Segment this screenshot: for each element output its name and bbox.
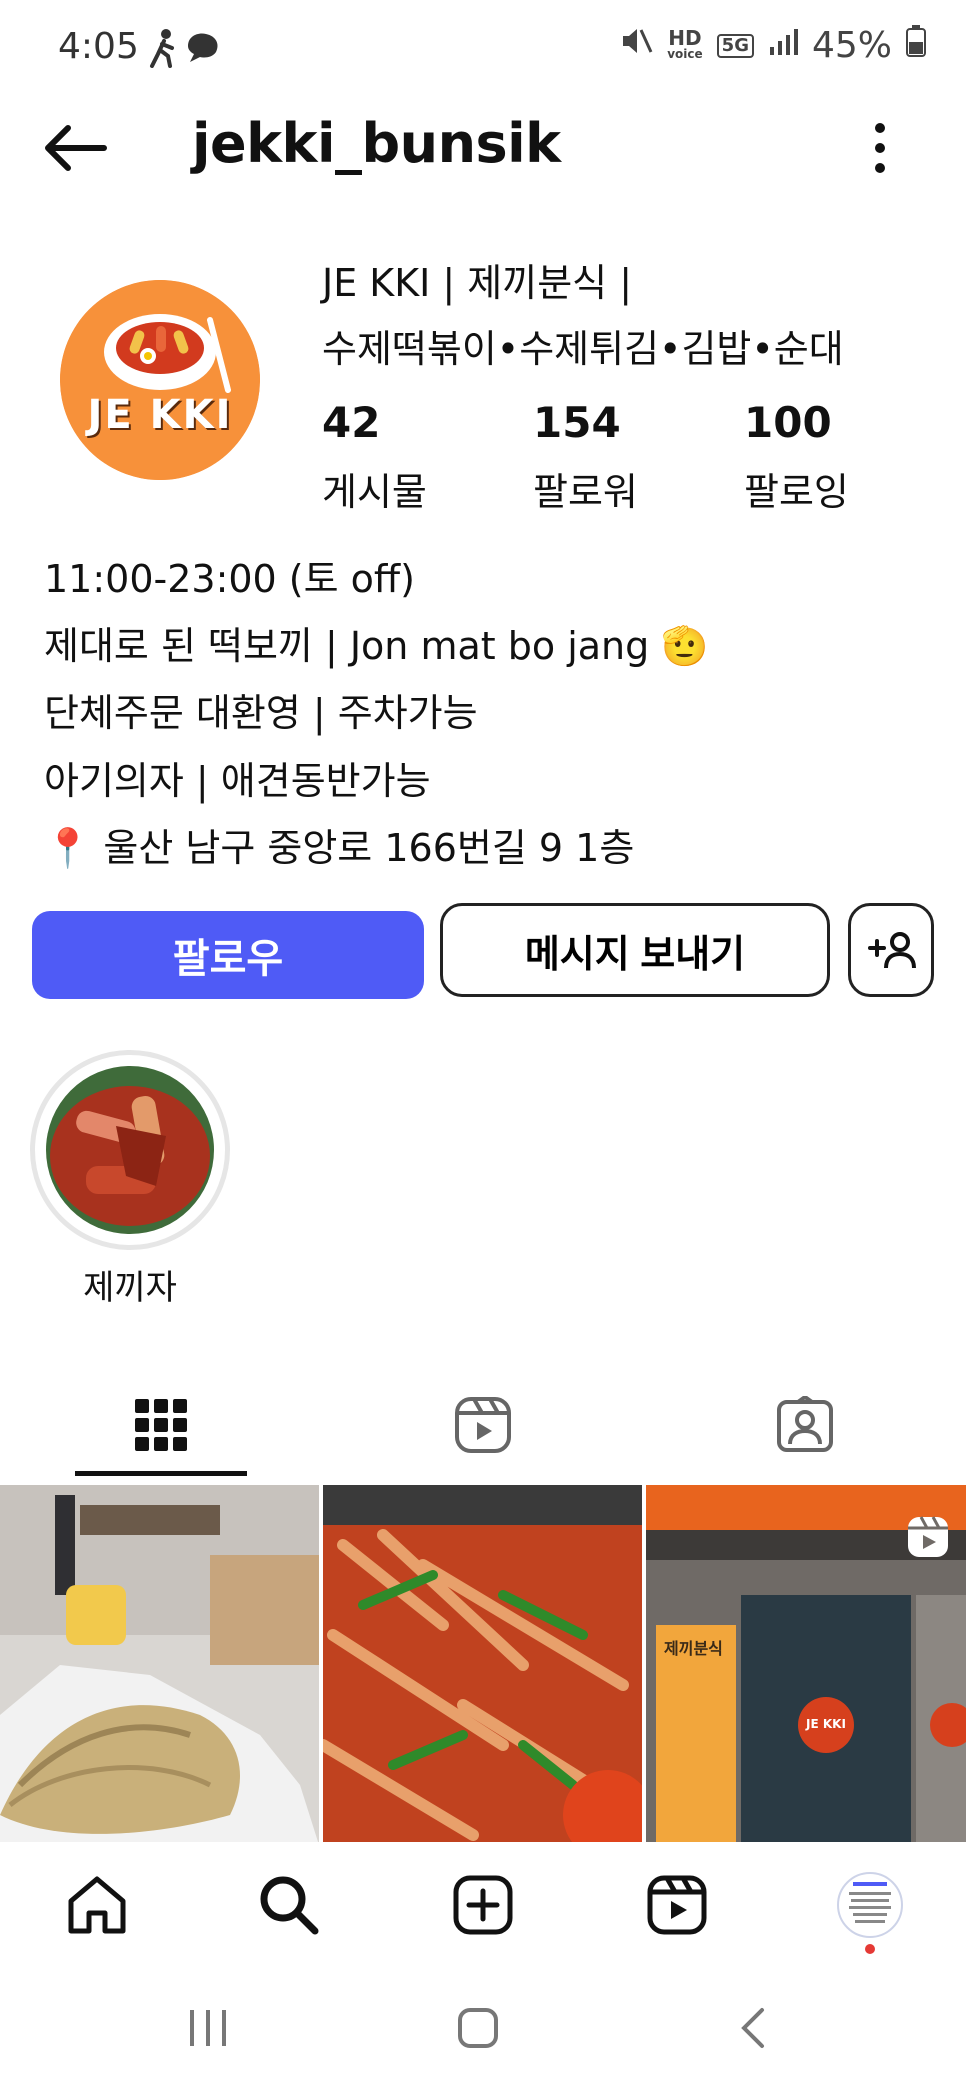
profile-category: 수제떡볶이•수제튀김•김밥•순대 xyxy=(322,327,844,371)
grid-icon xyxy=(135,1399,187,1451)
bio-line: 11:00-23:00 (토 off) xyxy=(44,557,415,601)
chevron-left-icon xyxy=(741,2008,764,2048)
post-thumbnail[interactable] xyxy=(323,1485,642,1845)
stat-following[interactable]: 100 팔로잉 xyxy=(744,398,924,516)
nav-search-button[interactable] xyxy=(254,1870,324,1940)
more-vertical-icon xyxy=(875,123,885,173)
messenger-icon xyxy=(184,30,222,68)
bio-line: 아기의자 | 애견동반가능 xyxy=(44,759,431,803)
hd-voice-icon: HD voice xyxy=(667,25,703,61)
post-image-stirfry xyxy=(323,1485,642,1845)
stat-value: 42 xyxy=(322,398,381,447)
storefront-sign-text: 제끼분식 xyxy=(664,1639,723,1658)
reel-badge-icon xyxy=(906,1515,950,1563)
reels-icon xyxy=(455,1397,511,1453)
status-bar: 4:05 HD voice 5G 45% xyxy=(0,0,966,95)
activity-dot xyxy=(865,1944,875,1954)
stat-label: 팔로워 xyxy=(533,470,638,514)
reels-icon xyxy=(647,1875,707,1935)
stat-value: 100 xyxy=(744,398,832,447)
arrow-left-icon xyxy=(45,125,107,171)
post-image-skewers xyxy=(0,1485,319,1845)
message-button[interactable]: 메시지 보내기 xyxy=(440,903,830,997)
nav-reels-button[interactable] xyxy=(642,1870,712,1940)
bio-line: 제대로 된 떡보끼 | Jon mat bo jang 🫡 xyxy=(44,624,709,668)
network-5g-icon: 5G xyxy=(716,33,754,58)
mute-icon xyxy=(619,24,653,67)
add-person-icon xyxy=(868,932,916,969)
stat-value: 154 xyxy=(533,398,621,447)
add-post-icon xyxy=(453,1875,513,1935)
profile-avatar[interactable]: JE KKI xyxy=(60,280,260,480)
follow-button[interactable]: 팔로우 xyxy=(32,911,424,999)
active-tab-indicator xyxy=(75,1471,247,1476)
highlight-thumbnail xyxy=(46,1066,214,1234)
profile-username: jekki_bunsik xyxy=(192,112,561,175)
bio-line: 단체주문 대환영 | 주차가능 xyxy=(44,691,478,735)
post-thumbnail[interactable] xyxy=(0,1485,319,1845)
profile-display-name: JE KKI | 제끼분식 | xyxy=(322,261,633,305)
stat-label: 팔로잉 xyxy=(744,470,849,514)
tagged-icon xyxy=(777,1396,833,1452)
nav-create-button[interactable] xyxy=(448,1870,518,1940)
home-square-icon xyxy=(458,2008,498,2048)
storefront-logo-text: JE KKI xyxy=(806,1717,846,1731)
stat-followers[interactable]: 154 팔로워 xyxy=(533,398,713,516)
tteokbokki-logo xyxy=(60,280,260,480)
recent-apps-button[interactable] xyxy=(186,2006,230,2054)
suggest-people-button[interactable] xyxy=(848,903,934,997)
stat-posts[interactable]: 42 게시물 xyxy=(322,398,502,516)
nav-home-button[interactable] xyxy=(62,1870,132,1940)
battery-percent: 45% xyxy=(811,25,892,66)
post-thumbnail-reel[interactable]: 제끼분식 JE KKI xyxy=(646,1485,966,1845)
bio-address: 📍 울산 남구 중앙로 166번길 9 1층 xyxy=(44,826,635,870)
back-button[interactable] xyxy=(40,118,110,178)
nav-profile-button[interactable] xyxy=(834,1870,906,1940)
search-icon xyxy=(260,1876,319,1935)
walking-icon xyxy=(146,28,180,72)
signal-icon xyxy=(768,25,798,66)
tab-tagged[interactable] xyxy=(644,1370,966,1480)
more-options-button[interactable] xyxy=(860,120,900,176)
avatar-logo-text: JE KKI xyxy=(87,392,233,438)
story-highlight[interactable] xyxy=(30,1050,230,1250)
own-avatar xyxy=(837,1872,903,1938)
recent-apps-icon xyxy=(190,2010,226,2046)
tab-reels[interactable] xyxy=(322,1370,644,1480)
home-icon xyxy=(68,1876,126,1934)
tab-posts-grid[interactable] xyxy=(0,1370,322,1480)
stat-label: 게시물 xyxy=(322,470,427,514)
highlight-label: 제끼자 xyxy=(83,1268,177,1308)
battery-icon xyxy=(906,25,926,66)
back-system-button[interactable] xyxy=(732,2006,776,2054)
status-time: 4:05 xyxy=(58,26,139,67)
home-button[interactable] xyxy=(456,2006,500,2054)
